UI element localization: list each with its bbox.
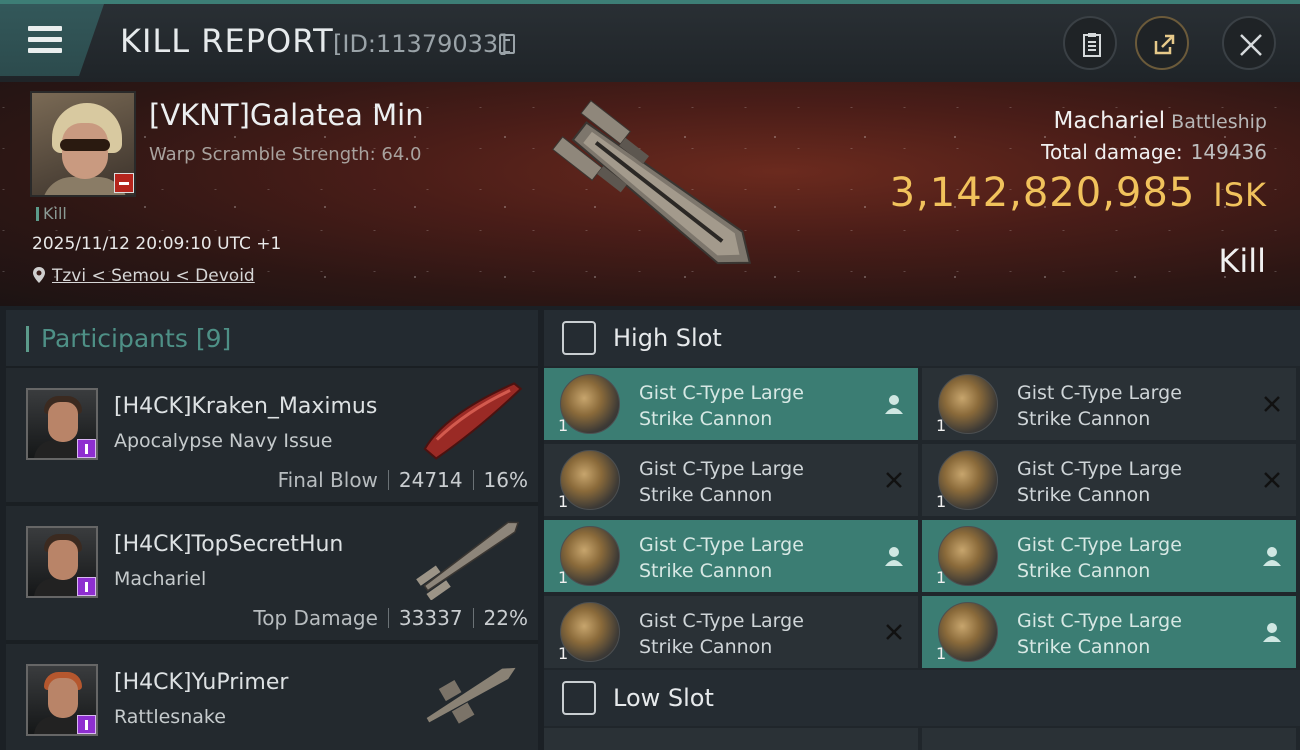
module-name: Gist C-Type Large Strike Cannon [1017, 458, 1182, 506]
low-slot-header: Low Slot [544, 670, 1300, 726]
hamburger-icon [28, 26, 62, 53]
module-item[interactable]: 1 Gist C-Type Large Strike Cannon [544, 368, 918, 440]
participant-name: [H4CK]Kraken_Maximus [114, 394, 378, 419]
module-name: Gist C-Type Large Strike Cannon [639, 610, 804, 658]
module-quantity: 1 [558, 492, 569, 511]
module-item[interactable]: 1 Gist C-Type Large Strike Cannon [922, 444, 1296, 516]
cannon-module-icon [560, 526, 620, 586]
corp-badge-icon [77, 439, 96, 458]
cannon-module-icon [938, 374, 998, 434]
module-quantity: 1 [558, 568, 569, 587]
participants-panel: Participants [9] [H4CK]Kraken_Maximus Ap… [6, 310, 538, 750]
module-item[interactable]: 1 Gist C-Type Large Strike Cannon [922, 520, 1296, 592]
participant-name: [H4CK]TopSecretHun [114, 532, 344, 557]
destroyed-x-icon [1264, 472, 1280, 488]
module-item[interactable]: 1 Gist C-Type Large Strike Cannon [922, 368, 1296, 440]
participants-header[interactable]: Participants [9] [6, 310, 538, 366]
close-button[interactable] [1222, 16, 1276, 70]
module-quantity: 1 [936, 492, 947, 511]
result-label: Kill [1218, 242, 1266, 280]
victim-ship-image [552, 99, 752, 265]
participant-ship-image [416, 521, 520, 600]
participant-ship-image [423, 382, 523, 460]
participant-stats: Top Damage 33337 22% [253, 606, 528, 630]
share-button[interactable] [1135, 16, 1189, 70]
cannon-module-icon [560, 450, 620, 510]
cannon-module-icon [938, 450, 998, 510]
cannon-module-icon [560, 602, 620, 662]
dropped-person-icon [1263, 547, 1281, 566]
total-damage: Total damage: 149436 [1041, 140, 1267, 164]
destroyed-x-icon [886, 624, 902, 640]
participant-ship: Rattlesnake [114, 706, 226, 728]
kill-report-id: [ID:11379033] [333, 30, 508, 58]
kill-datetime: 2025/11/12 20:09:10 UTC +1 [32, 234, 282, 254]
top-accent-line [0, 0, 1300, 4]
victim-ship-name: Machariel Battleship [1053, 108, 1267, 134]
dropped-person-icon [1263, 623, 1281, 642]
kill-location[interactable]: Tzvi < Semou < Devoid [32, 266, 255, 286]
module-quantity: 1 [936, 644, 947, 663]
fitting-panel: High Slot 1 Gist C-Type Large Strike Canno… [544, 310, 1300, 750]
module-name: Gist C-Type Large Strike Cannon [1017, 610, 1182, 658]
dropped-person-icon [885, 395, 903, 414]
participant-row[interactable]: [H4CK]TopSecretHun Machariel Top Damage 3… [6, 506, 538, 640]
participant-stats: Final Blow 24714 16% [277, 468, 528, 492]
low-slot-icon [562, 681, 596, 715]
participant-row[interactable]: [H4CK]YuPrimer Rattlesnake [6, 644, 538, 750]
participant-ship: Apocalypse Navy Issue [114, 430, 333, 452]
high-slot-header: High Slot [544, 310, 1300, 366]
module-item[interactable]: 1 Gist C-Type Large Strike Cannon [544, 520, 918, 592]
module-item[interactable]: 1 Gist C-Type Large Strike Cannon [544, 444, 918, 516]
standing-badge [114, 173, 134, 193]
low-slot-label: Low Slot [613, 684, 714, 712]
kill-tag: Kill [36, 204, 67, 223]
module-name: Gist C-Type Large Strike Cannon [639, 382, 804, 430]
high-slot-icon [562, 321, 596, 355]
clipboard-icon [1083, 33, 1101, 57]
copy-icon[interactable] [499, 34, 515, 54]
page-title: KILL REPORT [120, 22, 334, 60]
menu-button[interactable] [0, 4, 104, 76]
module-quantity: 1 [936, 568, 947, 587]
warp-scramble-strength: Warp Scramble Strength: 64.0 [149, 144, 422, 165]
participants-label: Participants [41, 324, 188, 353]
destroyed-x-icon [1264, 396, 1280, 412]
isk-value: 3,142,820,985 ISK [889, 170, 1267, 216]
module-item[interactable]: 1 Gist C-Type Large Strike Cannon [544, 596, 918, 668]
module-quantity: 1 [558, 644, 569, 663]
share-icon [1154, 34, 1175, 55]
location-link[interactable]: Tzvi < Semou < Devoid [52, 266, 255, 286]
participants-count: [9] [195, 324, 232, 353]
victim-banner: [VKNT]Galatea Min Warp Scramble Strength… [0, 82, 1300, 306]
module-item[interactable]: 1 Gist C-Type Large Strike Cannon [922, 596, 1296, 668]
clipboard-button[interactable] [1063, 16, 1117, 70]
close-icon [1240, 34, 1262, 56]
participant-ship-image [426, 667, 516, 724]
cannon-module-icon [938, 602, 998, 662]
module-name: Gist C-Type Large Strike Cannon [1017, 382, 1182, 430]
top-bar: KILL REPORT [ID:11379033] [0, 0, 1300, 82]
module-quantity: 1 [936, 416, 947, 435]
module-name: Gist C-Type Large Strike Cannon [639, 458, 804, 506]
participant-name: [H4CK]YuPrimer [114, 670, 289, 695]
corp-badge-icon [77, 715, 96, 734]
corp-badge-icon [77, 577, 96, 596]
module-item[interactable] [922, 728, 1296, 750]
participant-ship: Machariel [114, 568, 207, 590]
participant-row[interactable]: [H4CK]Kraken_Maximus Apocalypse Navy Iss… [6, 368, 538, 502]
cannon-module-icon [560, 374, 620, 434]
destroyed-x-icon [886, 472, 902, 488]
location-pin-icon [33, 267, 45, 283]
victim-name[interactable]: [VKNT]Galatea Min [149, 98, 424, 132]
module-quantity: 1 [558, 416, 569, 435]
high-slot-label: High Slot [613, 324, 722, 352]
module-name: Gist C-Type Large Strike Cannon [639, 534, 804, 582]
dropped-person-icon [885, 547, 903, 566]
module-name: Gist C-Type Large Strike Cannon [1017, 534, 1182, 582]
module-item[interactable] [544, 728, 918, 750]
cannon-module-icon [938, 526, 998, 586]
